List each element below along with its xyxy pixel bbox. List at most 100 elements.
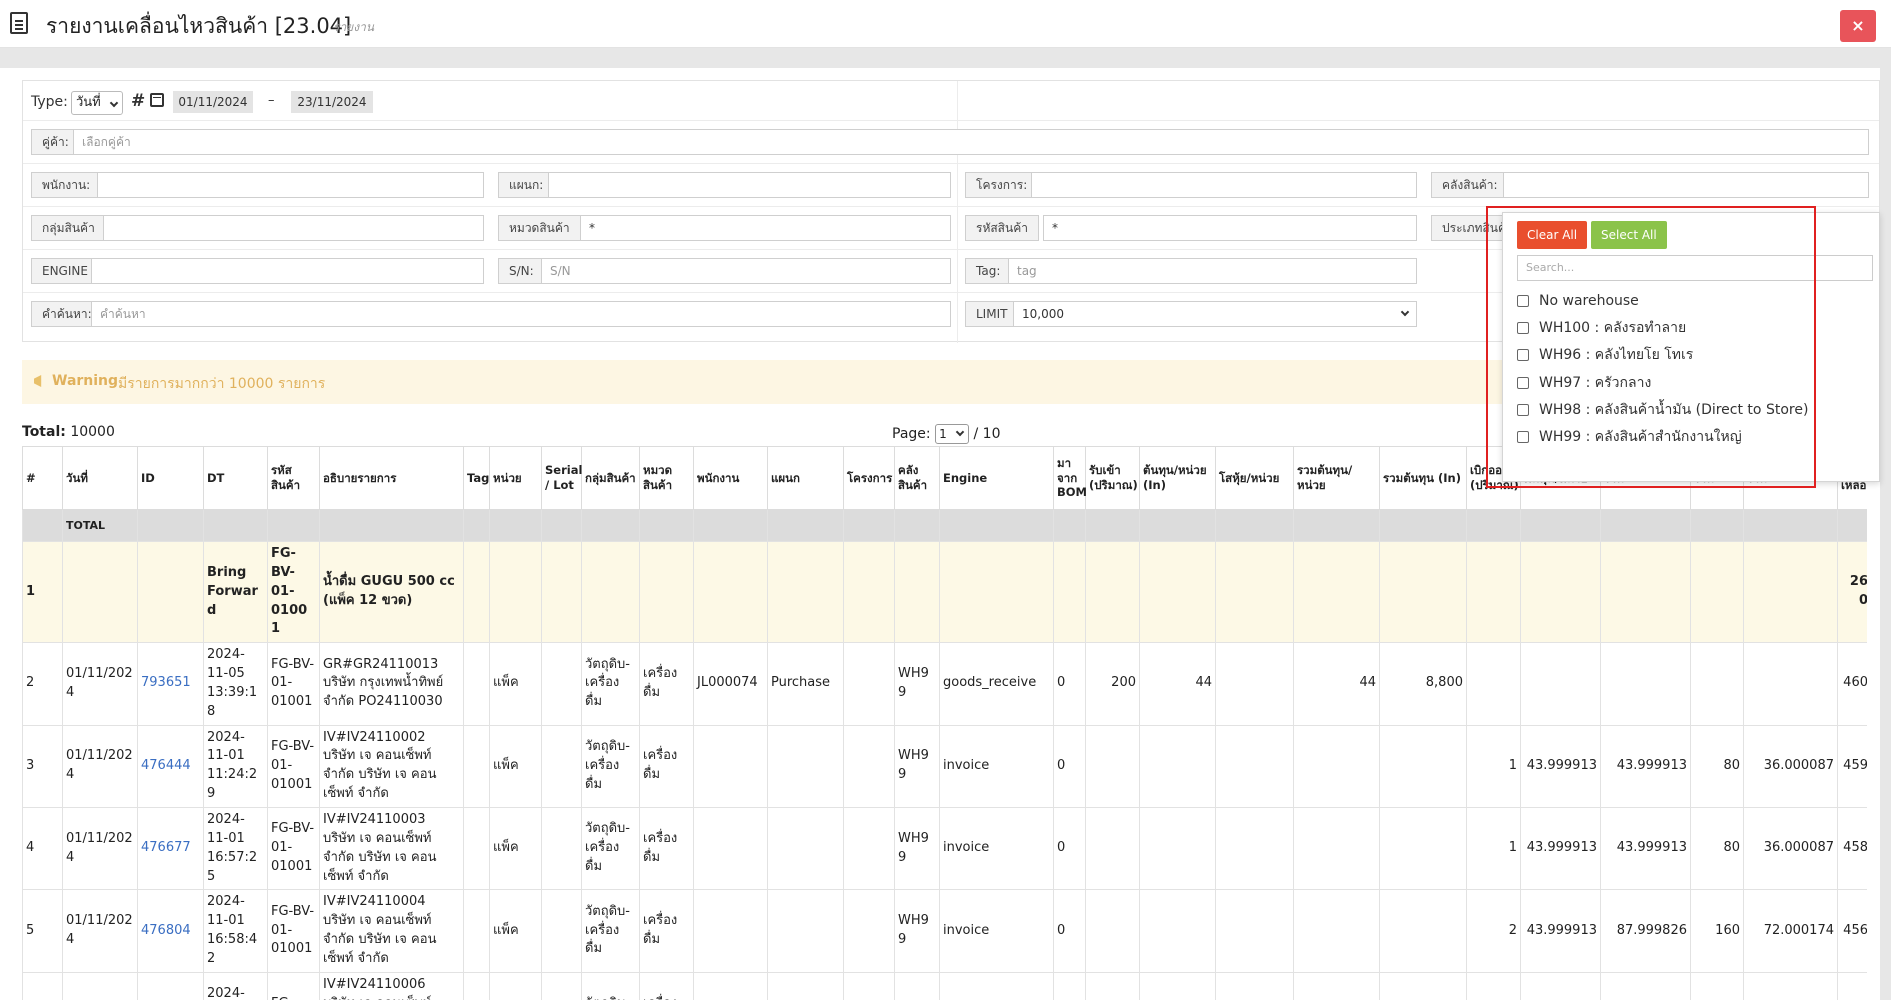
column-header[interactable]: ID xyxy=(137,446,204,510)
column-header[interactable]: อธิบายรายการ xyxy=(319,446,464,510)
table-cell xyxy=(1139,509,1216,542)
cell-sku: FG-BV-01-01001 xyxy=(267,806,320,891)
date-from-input[interactable]: 01/11/2024 xyxy=(173,91,253,113)
customer-select[interactable]: เลือกคู่ค้า xyxy=(73,129,1869,155)
cell-desc: IV#IV24110004 บริษัท เจ คอนเซ็พท์ จำกัด … xyxy=(319,889,464,973)
cell-id[interactable]: 793651 xyxy=(137,642,204,726)
cell-emp xyxy=(693,540,768,644)
cell-wh xyxy=(894,540,940,644)
product-group-label: กลุ่มสินค้า xyxy=(31,215,106,241)
cell-date xyxy=(62,971,138,1000)
cell-overhead xyxy=(1215,806,1294,891)
page-label: Page: xyxy=(892,426,931,442)
total-row: TOTAL xyxy=(22,509,1867,542)
cell-id[interactable]: 476677 xyxy=(137,806,204,891)
megaphone-icon xyxy=(34,375,42,387)
table-cell xyxy=(203,509,268,542)
hash-icon[interactable]: # xyxy=(131,91,145,111)
cell-id[interactable]: 476804 xyxy=(137,889,204,973)
table-cell xyxy=(489,509,542,542)
cell-dept xyxy=(767,724,844,808)
cell-dept xyxy=(767,971,844,1000)
sn-input[interactable]: S/N xyxy=(541,258,951,284)
calendar-icon[interactable] xyxy=(150,93,164,107)
cell-id[interactable] xyxy=(137,971,204,1000)
table-cell xyxy=(581,509,640,542)
column-header[interactable]: รับเข้า (ปริมาณ) xyxy=(1085,446,1140,510)
cell-group: วัตถุดิบ-เครื่องดื่ม xyxy=(581,889,640,973)
type-label: Type: xyxy=(31,94,68,110)
sku-input[interactable]: * xyxy=(1043,215,1417,241)
column-header[interactable]: รหัสสินค้า xyxy=(267,446,320,510)
tag-input[interactable]: tag xyxy=(1008,258,1417,284)
cell-serial xyxy=(541,971,582,1000)
column-header[interactable]: Serial / Lot xyxy=(541,446,582,510)
cell-out-total xyxy=(1600,971,1691,1000)
column-header[interactable]: โครงการ xyxy=(843,446,895,510)
date-to-input[interactable]: 23/11/2024 xyxy=(291,91,373,113)
product-group-input[interactable] xyxy=(103,215,484,241)
cell-cat: เครื่องดื่ม xyxy=(639,642,694,726)
cell-id[interactable]: 476444 xyxy=(137,724,204,808)
table-cell xyxy=(1520,509,1601,542)
column-header[interactable]: # xyxy=(22,446,63,510)
table-cell xyxy=(1215,509,1294,542)
column-header[interactable]: แผนก xyxy=(767,446,844,510)
page-select[interactable]: 1 xyxy=(935,424,970,444)
cell-id[interactable] xyxy=(137,540,204,644)
warehouse-input[interactable] xyxy=(1503,172,1869,198)
column-header[interactable]: รวมต้นทุน (In) xyxy=(1379,446,1467,510)
cell-out-cost: 43.999913 xyxy=(1520,889,1601,973)
tag-label: Tag: xyxy=(965,258,1012,284)
cell-cat xyxy=(639,540,694,644)
column-header[interactable]: คลังสินค้า xyxy=(894,446,940,510)
close-button[interactable]: × xyxy=(1840,10,1876,42)
category-input[interactable]: * xyxy=(580,215,951,241)
cell-out-total xyxy=(1600,642,1691,726)
column-header[interactable]: รวมต้นทุน/หน่วย xyxy=(1293,446,1380,510)
cell-no xyxy=(22,971,63,1000)
engine-input[interactable] xyxy=(91,258,484,284)
column-header[interactable]: ต้นทุน/หน่วย (In) xyxy=(1139,446,1216,510)
cell-total-in xyxy=(1379,540,1467,644)
cell-sum-cost xyxy=(1293,889,1380,973)
column-header[interactable]: Engine xyxy=(939,446,1054,510)
project-input[interactable] xyxy=(1031,172,1417,198)
cell-unit xyxy=(489,540,542,644)
highlight-box xyxy=(1486,206,1816,488)
cell-emp xyxy=(693,971,768,1000)
column-header[interactable]: มาจาก BOM xyxy=(1053,446,1087,510)
column-header[interactable]: Tag xyxy=(463,446,490,510)
employee-input[interactable] xyxy=(97,172,484,198)
column-header[interactable]: วันที่ xyxy=(62,446,138,510)
employee-label: พนักงาน: xyxy=(31,172,102,198)
cell-c2: 72.000174 xyxy=(1743,889,1838,973)
type-select[interactable]: วันที่ xyxy=(71,91,123,115)
cell-no: 1 xyxy=(22,540,63,644)
cell-proj xyxy=(843,889,895,973)
column-header[interactable]: กลุ่มสินค้า xyxy=(581,446,640,510)
cell-unit: แพ็ค xyxy=(489,724,542,808)
column-header[interactable]: DT xyxy=(203,446,268,510)
cell-in-cost: 44 xyxy=(1139,642,1216,726)
cell-sum-cost xyxy=(1293,806,1380,891)
cell-sku: FG-BV-01-01001 xyxy=(267,540,320,644)
search-input[interactable]: คำค้นหา xyxy=(91,301,951,327)
cell-tag xyxy=(463,540,490,644)
cell-out-cost: 43.999913 xyxy=(1520,806,1601,891)
cell-no: 4 xyxy=(22,806,63,891)
cell-date: 01/11/2024 xyxy=(62,806,138,891)
column-header[interactable]: โสหุ้ย/หน่วย xyxy=(1215,446,1294,510)
vertical-scrollbar[interactable] xyxy=(1880,48,1891,1000)
cell-serial xyxy=(541,724,582,808)
total-value: 10000 xyxy=(70,424,115,440)
cell-bom: 0 xyxy=(1053,642,1086,726)
cell-in-qty xyxy=(1085,540,1140,644)
cell-overhead xyxy=(1215,971,1294,1000)
column-header[interactable]: พนักงาน xyxy=(693,446,768,510)
limit-select[interactable]: 10,000 xyxy=(1013,301,1417,327)
column-header[interactable]: หมวดสินค้า xyxy=(639,446,694,510)
cell-total-in xyxy=(1379,971,1467,1000)
column-header[interactable]: หน่วย xyxy=(489,446,542,510)
department-input[interactable] xyxy=(548,172,951,198)
